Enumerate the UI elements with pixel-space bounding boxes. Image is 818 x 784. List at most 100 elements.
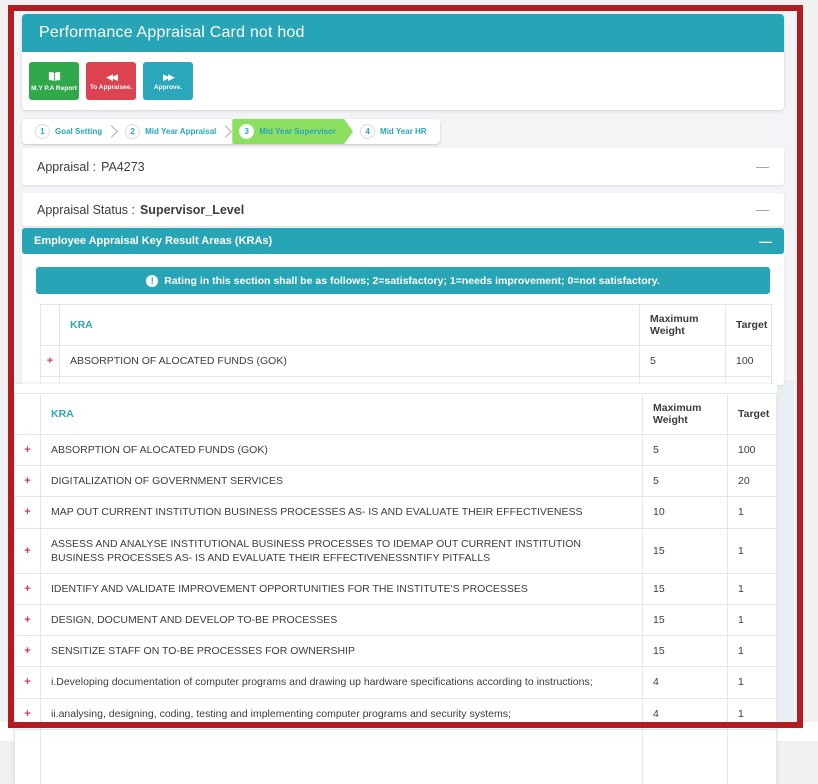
- step-number-badge: 1: [35, 124, 50, 139]
- to-appraisee-label: To Appraisee.: [90, 84, 132, 91]
- expander-column-header: [15, 394, 41, 435]
- expand-row-icon[interactable]: +: [24, 676, 30, 688]
- kra-table-header-row: KRA Maximum Weight Target: [15, 394, 777, 435]
- max-weight-column-header: Maximum Weight: [643, 394, 728, 435]
- target-cell: 1: [728, 497, 777, 528]
- to-appraisee-button[interactable]: ◀◀ To Appraisee.: [86, 62, 136, 100]
- expand-row-icon[interactable]: +: [24, 583, 30, 595]
- max-weight-cell: 4: [643, 698, 728, 729]
- expand-row-icon[interactable]: +: [24, 506, 30, 518]
- step-label: Mid Year Supervisor: [259, 127, 336, 136]
- max-weight-cell: 15: [643, 573, 728, 604]
- info-icon: !: [146, 275, 158, 287]
- max-weight-cell: 5: [643, 435, 728, 466]
- kra-table-row: + MAP OUT CURRENT INSTITUTION BUSINESS P…: [15, 497, 777, 528]
- target-cell: 100: [728, 435, 777, 466]
- scroll-gutter: [779, 380, 794, 722]
- clipped-row: [15, 729, 777, 784]
- kra-cell: IDENTIFY AND VALIDATE IMPROVEMENT OPPORT…: [41, 573, 643, 604]
- expand-row-icon[interactable]: +: [24, 545, 30, 557]
- appraisal-value: PA4273: [101, 160, 145, 174]
- expand-row-icon[interactable]: +: [47, 355, 53, 367]
- kra-main-table-panel: KRA Maximum Weight Target + ABSORPTION O…: [14, 384, 777, 784]
- kra-table-row: + ABSORPTION OF ALOCATED FUNDS (GOK) 5 1…: [41, 346, 772, 377]
- appraisal-status-panel: Appraisal Status : Supervisor_Level —: [22, 193, 784, 226]
- kra-main-table: KRA Maximum Weight Target + ABSORPTION O…: [14, 393, 777, 784]
- target-column-header: Target: [728, 394, 777, 435]
- step-number-badge: 3: [239, 124, 254, 139]
- kra-section-header[interactable]: Employee Appraisal Key Result Areas (KRA…: [22, 228, 784, 254]
- expander-column-header: [41, 305, 60, 346]
- step-mid-year-hr[interactable]: 4 Mid Year HR: [353, 119, 434, 144]
- max-weight-cell: 5: [640, 346, 726, 377]
- collapse-icon[interactable]: —: [756, 160, 769, 173]
- expand-row-icon[interactable]: +: [24, 614, 30, 626]
- target-cell: 1: [728, 667, 777, 698]
- page-title: Performance Appraisal Card not hod: [39, 24, 305, 42]
- step-number-badge: 2: [125, 124, 140, 139]
- target-cell: 20: [728, 466, 777, 497]
- toolbar: M.Y P.A Report ◀◀ To Appraisee. ▶▶ Appro…: [22, 52, 784, 100]
- expand-row-icon[interactable]: +: [24, 645, 30, 657]
- kra-cell: ASSESS AND ANALYSE INSTITUTIONAL BUSINES…: [41, 528, 643, 573]
- approve-label: Approve.: [154, 84, 182, 91]
- page-title-bar: Performance Appraisal Card not hod: [22, 14, 784, 52]
- target-cell: 1: [728, 605, 777, 636]
- kra-table-row: + DIGITALIZATION OF GOVERNMENT SERVICES …: [15, 466, 777, 497]
- kra-cell: MAP OUT CURRENT INSTITUTION BUSINESS PRO…: [41, 497, 643, 528]
- kra-section-body: ! Rating in this section shall be as fol…: [22, 254, 784, 385]
- my-pa-report-button[interactable]: M.Y P.A Report: [29, 62, 79, 100]
- max-weight-cell: 4: [643, 667, 728, 698]
- fast-forward-icon: ▶▶: [163, 72, 173, 82]
- kra-section-title: Employee Appraisal Key Result Areas (KRA…: [34, 235, 272, 247]
- expand-row-icon[interactable]: +: [24, 444, 30, 456]
- rating-notice: ! Rating in this section shall be as fol…: [36, 267, 770, 294]
- kra-preview-table: KRA Maximum Weight Target + ABSORPTION O…: [40, 304, 772, 385]
- kra-cell: ABSORPTION OF ALOCATED FUNDS (GOK): [41, 435, 643, 466]
- kra-table-row: + ii.analysing, designing, coding, testi…: [15, 698, 777, 729]
- kra-column-header[interactable]: KRA: [41, 394, 643, 435]
- wizard-stepper: 1 Goal Setting 2 Mid Year Appraisal 3 Mi…: [22, 119, 440, 144]
- step-mid-year-appraisal[interactable]: 2 Mid Year Appraisal: [118, 119, 223, 144]
- target-column-header: Target: [726, 305, 772, 346]
- step-mid-year-supervisor-active[interactable]: 3 Mid Year Supervisor: [232, 119, 353, 144]
- step-label: Mid Year Appraisal: [145, 127, 216, 136]
- rewind-icon: ◀◀: [106, 72, 116, 82]
- kra-cell: DESIGN, DOCUMENT AND DEVELOP TO-BE PROCE…: [41, 605, 643, 636]
- rating-notice-text: Rating in this section shall be as follo…: [164, 275, 660, 287]
- expand-row-icon[interactable]: +: [24, 475, 30, 487]
- kra-cell: i.Developing documentation of computer p…: [41, 667, 643, 698]
- collapse-icon[interactable]: —: [759, 235, 772, 248]
- max-weight-cell: 10: [643, 497, 728, 528]
- kra-table-row: + SENSITIZE STAFF ON TO-BE PROCESSES FOR…: [15, 636, 777, 667]
- my-pa-report-label: M.Y P.A Report: [31, 85, 77, 92]
- target-cell: 1: [728, 698, 777, 729]
- appraisal-status-value: Supervisor_Level: [140, 203, 244, 217]
- kra-column-header[interactable]: KRA: [60, 305, 640, 346]
- expand-row-icon[interactable]: +: [24, 708, 30, 720]
- appraisal-label: Appraisal :: [37, 160, 96, 174]
- max-weight-cell: 15: [643, 528, 728, 573]
- kra-table-row: + IDENTIFY AND VALIDATE IMPROVEMENT OPPO…: [15, 573, 777, 604]
- header-card: Performance Appraisal Card not hod M.Y P…: [22, 14, 784, 110]
- kra-cell: DIGITALIZATION OF GOVERNMENT SERVICES: [41, 466, 643, 497]
- step-label: Goal Setting: [55, 127, 102, 136]
- appraisal-panel: Appraisal : PA4273 —: [22, 148, 784, 185]
- collapse-icon[interactable]: —: [756, 203, 769, 216]
- kra-cell: ii.analysing, designing, coding, testing…: [41, 698, 643, 729]
- kra-table-header-row: KRA Maximum Weight Target: [41, 305, 772, 346]
- kra-table-row: + ASSESS AND ANALYSE INSTITUTIONAL BUSIN…: [15, 528, 777, 573]
- kra-table-row: + i.Developing documentation of computer…: [15, 667, 777, 698]
- kra-cell: ABSORPTION OF ALOCATED FUNDS (GOK): [60, 346, 640, 377]
- target-cell: 1: [728, 528, 777, 573]
- max-weight-column-header: Maximum Weight: [640, 305, 726, 346]
- kra-cell: SENSITIZE STAFF ON TO-BE PROCESSES FOR O…: [41, 636, 643, 667]
- open-book-icon: [47, 71, 62, 83]
- max-weight-cell: 15: [643, 605, 728, 636]
- target-cell: 100: [726, 346, 772, 377]
- step-goal-setting[interactable]: 1 Goal Setting: [28, 119, 109, 144]
- step-label: Mid Year HR: [380, 127, 427, 136]
- target-cell: 1: [728, 636, 777, 667]
- approve-button[interactable]: ▶▶ Approve.: [143, 62, 193, 100]
- max-weight-cell: 5: [643, 466, 728, 497]
